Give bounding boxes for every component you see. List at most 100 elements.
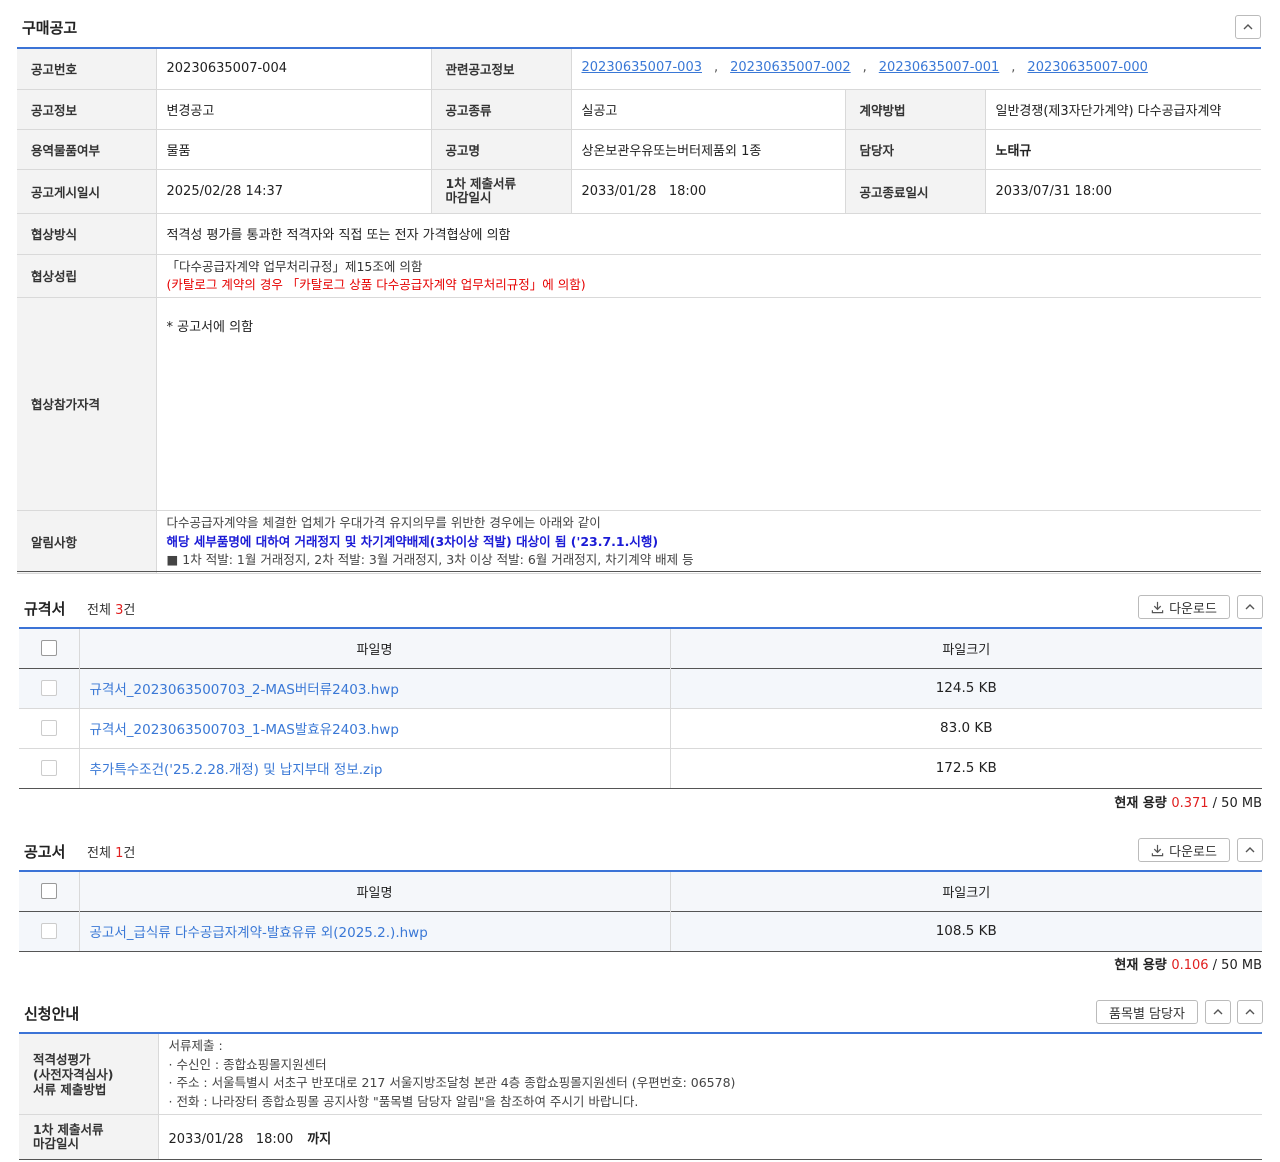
apply-section-header: 신청안내 품목별 담당자 [0, 999, 1280, 1029]
file-size: 172.5 KB [670, 748, 1262, 789]
announcement-line3: ■ 1차 적발: 1월 거래정지, 2차 적발: 3월 거래정지, 3차 이상 … [166, 552, 694, 568]
capacity-current: 0.371 [1171, 796, 1209, 811]
notice-doc-section-header: 공고서 전체 1건 다운로드 [0, 837, 1280, 867]
submission-method-label: 적격성평가 (사전자격심사) 서류 제출방법 [19, 1034, 159, 1115]
apply-deadline-label: 1차 제출서류 마감일시 [19, 1114, 159, 1160]
spec-file-table: 파일명 파일크기 규격서_2023063500703_2-MAS버터류2403.… [19, 629, 1262, 789]
item-manager-button[interactable]: 품목별 담당자 [1096, 1000, 1198, 1024]
file-size-header: 파일크기 [670, 872, 1262, 911]
deadline-suffix: 까지 [307, 1131, 332, 1147]
method-line3: · 주소 : 서울특별시 서초구 반포대로 217 서울지방조달청 본관 4층 … [168, 1075, 736, 1090]
notice-doc-download-button[interactable]: 다운로드 [1138, 838, 1230, 862]
end-date-value: 2033/07/31 18:00 [985, 169, 1261, 214]
download-icon [1151, 601, 1164, 613]
row-checkbox-cell [19, 911, 80, 952]
qualification-text: * 공고서에 의함 [166, 319, 254, 335]
file-size: 108.5 KB [670, 911, 1262, 952]
download-label: 다운로드 [1169, 844, 1217, 860]
notice-name-label: 공고명 [431, 129, 572, 170]
apply-collapse-button[interactable] [1237, 1000, 1263, 1024]
capacity-current: 0.106 [1171, 958, 1209, 973]
file-size: 124.5 KB [670, 668, 1262, 709]
method-line1: 서류제출 : [168, 1038, 223, 1053]
submission-method-value: 서류제출 : · 수신인 : 종합쇼핑몰지원센터 · 주소 : 서울특별시 서초… [158, 1034, 1262, 1115]
contract-method-value: 일반경쟁(제3자단가계약) 다수공급자계약 [985, 89, 1261, 130]
purchase-title: 구매공고 [22, 19, 78, 37]
row-checkbox[interactable] [40, 720, 57, 736]
chevron-up-icon [1243, 24, 1253, 30]
participation-qualification-value: * 공고서에 의함 [156, 297, 1261, 511]
chevron-up-icon [1245, 847, 1255, 853]
related-notice-link[interactable]: 20230635007-001 [879, 60, 1000, 75]
negotiation-method-label: 협상방식 [17, 213, 157, 255]
notice-doc-count: 전체 1건 [87, 842, 135, 861]
apply-title: 신청안내 [24, 1005, 80, 1023]
related-notice-link[interactable]: 20230635007-003 [582, 60, 703, 75]
count-prefix: 전체 [87, 603, 116, 618]
download-label: 다운로드 [1169, 601, 1217, 617]
row-checkbox[interactable] [40, 923, 57, 939]
file-name-link[interactable]: 추가특수조건('25.2.28.개정) 및 납지부대 정보.zip [79, 748, 671, 789]
purchase-bottom-line [17, 571, 1261, 572]
manager-value: 노태규 [985, 129, 1261, 170]
row-checkbox[interactable] [40, 680, 57, 696]
method-line4: · 전화 : 나라장터 종합쇼핑몰 공지사항 "품목별 담당자 알림"을 참조하… [168, 1093, 639, 1109]
participation-qualification-label: 협상참가자격 [17, 297, 157, 511]
count-suffix: 건 [123, 846, 136, 861]
notice-doc-capacity: 현재 용량 0.106 / 50 MB [1114, 954, 1262, 973]
deadline-label-line1: 1차 제출서류 [33, 1121, 104, 1137]
select-all-cell [19, 629, 80, 668]
select-all-cell [19, 872, 80, 911]
file-name-link[interactable]: 규격서_2023063500703_1-MAS발효유2403.hwp [79, 708, 671, 749]
negotiation-method-value: 적격성 평가를 통과한 적격자와 직접 또는 전자 가격협상에 의함 [156, 213, 1261, 255]
negotiation-agreement-label: 협상성립 [17, 254, 157, 298]
manager-label: 담당자 [845, 129, 986, 170]
table-row: 공고서_급식류 다수공급자계약-발효유류 외(2025.2.).hwp 108.… [19, 911, 1262, 952]
chevron-up-icon [1245, 604, 1255, 610]
purchase-info-table: 공고번호 20230635007-004 관련공고정보 20230635007-… [17, 49, 1261, 575]
row-checkbox[interactable] [40, 760, 57, 776]
end-date-label: 공고종료일시 [845, 169, 986, 214]
file-name-header: 파일명 [79, 872, 671, 911]
notice-doc-file-table: 파일명 파일크기 공고서_급식류 다수공급자계약-발효유류 외(2025.2.)… [19, 872, 1262, 952]
file-name-link[interactable]: 규격서_2023063500703_2-MAS버터류2403.hwp [79, 668, 671, 709]
notice-info-value: 변경공고 [156, 89, 432, 130]
method-line2: · 수신인 : 종합쇼핑몰지원센터 [168, 1056, 327, 1072]
notice-kind-label: 공고종류 [431, 89, 572, 130]
notice-no-label: 공고번호 [17, 49, 157, 90]
contract-method-label: 계약방법 [845, 89, 986, 130]
notice-doc-collapse-button[interactable] [1237, 838, 1263, 862]
count-prefix: 전체 [87, 846, 116, 861]
spec-download-button[interactable]: 다운로드 [1138, 595, 1230, 619]
purchase-section-header: 구매공고 [0, 0, 1280, 48]
notice-name-value: 상온보관우유또는버터제품외 1종 [571, 129, 846, 170]
capacity-label: 현재 용량 [1114, 796, 1172, 811]
select-all-checkbox[interactable] [40, 640, 57, 657]
method-label-line1: 적격성평가 [33, 1051, 91, 1067]
purchase-collapse-button[interactable] [1235, 15, 1261, 39]
row-checkbox-cell [19, 748, 80, 789]
deadline-label-line2: 마감일시 [445, 190, 492, 205]
deadline-label-line1: 1차 제출서류 [445, 175, 517, 191]
file-name-link[interactable]: 공고서_급식류 다수공급자계약-발효유류 외(2025.2.).hwp [79, 911, 671, 952]
related-notice-link[interactable]: 20230635007-002 [730, 60, 851, 75]
apply-info-table: 적격성평가 (사전자격심사) 서류 제출방법 서류제출 : · 수신인 : 종합… [19, 1034, 1262, 1160]
table-row: 추가특수조건('25.2.28.개정) 및 납지부대 정보.zip 172.5 … [19, 748, 1262, 789]
announcement-value: 다수공급자계약을 체결한 업체가 우대가격 유지의무를 위반한 경우에는 아래와… [156, 510, 1261, 575]
apply-deadline-value: 2033/01/28 18:00 까지 [158, 1114, 1262, 1160]
related-notice-label: 관련공고정보 [431, 49, 572, 90]
method-label-line3: 서류 제출방법 [33, 1081, 107, 1097]
chevron-up-icon [1213, 1009, 1223, 1015]
negotiation-agreement-value: 「다수공급자계약 업무처리규정」제15조에 의함 (카탈로그 계약의 경우 「카… [156, 254, 1261, 298]
spec-title: 규격서 [24, 600, 66, 618]
notice-doc-title: 공고서 [24, 843, 66, 861]
select-all-checkbox[interactable] [40, 883, 57, 900]
apply-up-button[interactable] [1205, 1000, 1231, 1024]
notice-no-value: 20230635007-004 [156, 49, 432, 90]
posted-date-label: 공고게시일시 [17, 169, 157, 214]
related-notice-link[interactable]: 20230635007-000 [1027, 60, 1148, 75]
spec-collapse-button[interactable] [1237, 595, 1263, 619]
deadline-text: 2033/01/28 18:00 [168, 1131, 294, 1147]
separator: , [714, 59, 719, 75]
notice-kind-value: 실공고 [571, 89, 846, 130]
